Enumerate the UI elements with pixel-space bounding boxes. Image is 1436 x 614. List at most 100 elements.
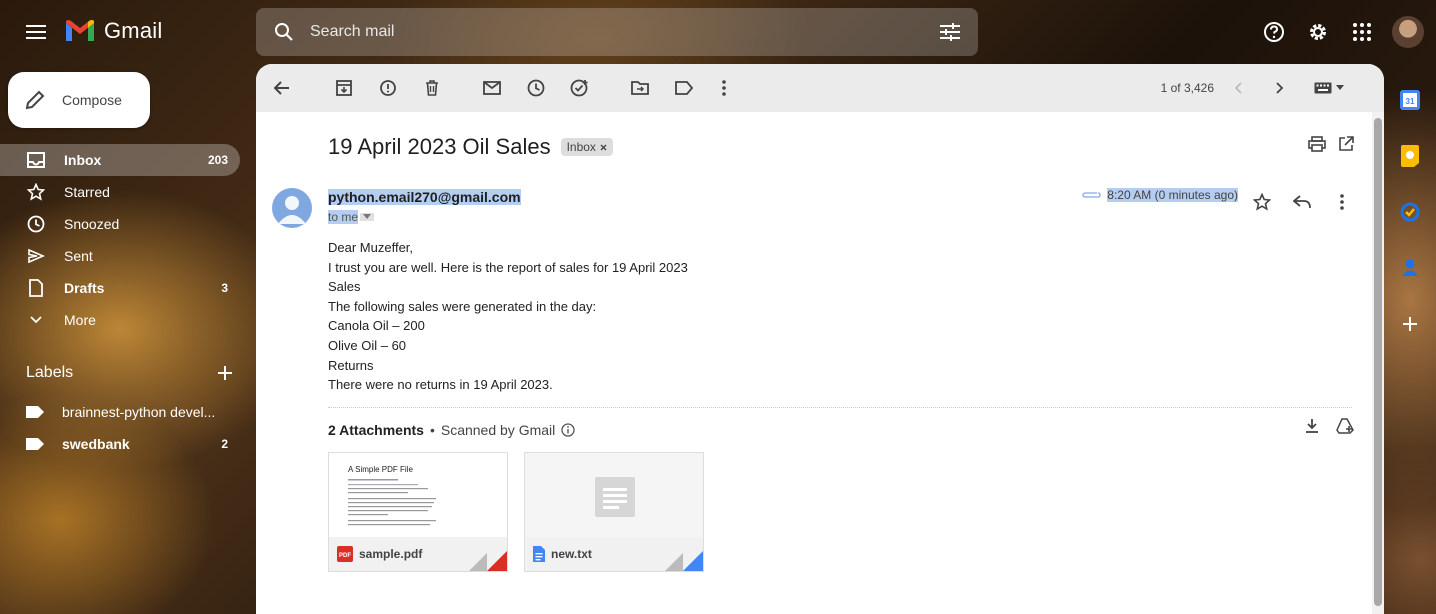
preview-title: A Simple PDF File bbox=[348, 465, 413, 474]
corner-shade bbox=[665, 553, 683, 571]
add-task-icon bbox=[570, 79, 590, 97]
attachment-card-pdf[interactable]: A Simple PDF File PDF sample.pdf bbox=[328, 452, 508, 572]
pagination-text: 1 of 3,426 bbox=[1160, 81, 1214, 95]
account-avatar[interactable] bbox=[1392, 16, 1424, 48]
print-icon[interactable] bbox=[1308, 136, 1326, 152]
back-button[interactable] bbox=[262, 68, 302, 108]
message-meta: 8:20 AM (0 minutes ago) bbox=[1081, 188, 1238, 202]
plus-icon[interactable] bbox=[218, 366, 232, 380]
reply-button[interactable] bbox=[1284, 184, 1320, 220]
draft-count: 3 bbox=[221, 281, 228, 295]
recipients-line[interactable]: to me bbox=[328, 210, 375, 224]
clock-icon bbox=[527, 79, 545, 97]
delete-button[interactable] bbox=[412, 68, 452, 108]
info-icon[interactable] bbox=[561, 423, 575, 437]
attachments-divider bbox=[328, 407, 1352, 408]
contacts-button[interactable] bbox=[1384, 240, 1436, 296]
tasks-button[interactable] bbox=[1384, 184, 1436, 240]
chevron-left-icon[interactable] bbox=[1232, 81, 1246, 95]
add-to-drive-icon[interactable] bbox=[1336, 418, 1354, 434]
calendar-button[interactable]: 31 bbox=[1384, 72, 1436, 128]
archive-button[interactable] bbox=[324, 68, 364, 108]
account-toolbar bbox=[1256, 14, 1424, 50]
body-line: Olive Oil – 60 bbox=[328, 337, 407, 353]
attachment-preview: A Simple PDF File bbox=[329, 453, 507, 539]
draft-icon bbox=[26, 279, 46, 297]
sender-address[interactable]: python.email270@gmail.com bbox=[328, 189, 521, 205]
search-icon[interactable] bbox=[274, 22, 294, 42]
apps-grid-icon bbox=[1353, 23, 1371, 41]
attachment-icon bbox=[1081, 190, 1102, 200]
archive-icon bbox=[336, 80, 352, 96]
scrollbar[interactable] bbox=[1372, 112, 1384, 614]
download-all-icon[interactable] bbox=[1304, 418, 1320, 434]
corner-shade bbox=[469, 553, 487, 571]
attachment-count: 2 Attachments bbox=[328, 422, 424, 438]
folder-move-icon bbox=[631, 81, 649, 95]
search-input[interactable] bbox=[310, 23, 940, 41]
label-item[interactable]: swedbank 2 bbox=[0, 428, 240, 460]
sidebar-item-drafts[interactable]: Drafts 3 bbox=[0, 272, 240, 304]
mail-icon bbox=[483, 81, 501, 95]
attachment-preview bbox=[525, 453, 703, 539]
message-body: Dear Muzeffer, I trust you are well. Her… bbox=[328, 238, 688, 395]
add-to-tasks-button[interactable] bbox=[560, 68, 600, 108]
help-icon bbox=[1263, 21, 1285, 43]
calendar-icon: 31 bbox=[1400, 90, 1420, 110]
sender-avatar[interactable] bbox=[272, 188, 312, 228]
star-button[interactable] bbox=[1244, 184, 1280, 220]
get-addons-button[interactable] bbox=[1384, 296, 1436, 352]
trash-icon bbox=[425, 80, 439, 96]
sidebar-item-more[interactable]: More bbox=[0, 304, 240, 336]
attachment-card-txt[interactable]: new.txt bbox=[524, 452, 704, 572]
keep-icon bbox=[1401, 145, 1419, 167]
sidebar-nav: Inbox 203 Starred Snoozed Sent Drafts 3 … bbox=[0, 144, 240, 336]
labels-title: Labels bbox=[26, 364, 74, 381]
reply-icon bbox=[1293, 195, 1311, 209]
pencil-icon bbox=[24, 89, 46, 111]
sidebar-item-inbox[interactable]: Inbox 203 bbox=[0, 144, 240, 176]
input-tools-icon[interactable] bbox=[1314, 82, 1344, 94]
clock-icon bbox=[26, 215, 46, 233]
scanned-label: Scanned by Gmail bbox=[440, 422, 556, 438]
keep-button[interactable] bbox=[1384, 128, 1436, 184]
document-icon bbox=[595, 477, 635, 517]
label-name: brainnest-python devel... bbox=[62, 404, 216, 420]
gmail-logo[interactable]: Gmail bbox=[64, 18, 162, 44]
label-item[interactable]: brainnest-python devel... bbox=[0, 396, 240, 428]
svg-text:31: 31 bbox=[1406, 97, 1415, 106]
open-in-new-window-icon[interactable] bbox=[1338, 136, 1354, 152]
mark-unread-button[interactable] bbox=[472, 68, 512, 108]
sidebar-item-snoozed[interactable]: Snoozed bbox=[0, 208, 240, 240]
inbox-icon bbox=[26, 152, 46, 168]
message-more-button[interactable] bbox=[1324, 184, 1360, 220]
snooze-button[interactable] bbox=[516, 68, 556, 108]
main-menu-button[interactable] bbox=[20, 16, 52, 48]
help-button[interactable] bbox=[1256, 14, 1292, 50]
search-options-icon[interactable] bbox=[940, 23, 960, 41]
report-spam-button[interactable] bbox=[368, 68, 408, 108]
more-actions-button[interactable] bbox=[704, 68, 744, 108]
labels-list: brainnest-python devel... swedbank 2 bbox=[0, 396, 240, 460]
sidebar-item-starred[interactable]: Starred bbox=[0, 176, 240, 208]
apps-button[interactable] bbox=[1344, 14, 1380, 50]
attachment-name: sample.pdf bbox=[359, 547, 423, 561]
sidebar-item-sent[interactable]: Sent bbox=[0, 240, 240, 272]
tasks-icon bbox=[1400, 202, 1420, 222]
chevron-right-icon[interactable] bbox=[1272, 81, 1286, 95]
move-to-button[interactable] bbox=[620, 68, 660, 108]
body-line: There were no returns in 19 April 2023. bbox=[328, 377, 553, 393]
subject-actions bbox=[1308, 136, 1354, 152]
plus-icon bbox=[1403, 317, 1417, 331]
pagination: 1 of 3,426 bbox=[1161, 64, 1344, 112]
compose-button[interactable]: Compose bbox=[8, 72, 150, 128]
close-icon[interactable] bbox=[600, 144, 607, 151]
scrollbar-thumb[interactable] bbox=[1374, 118, 1382, 606]
subject-line: 19 April 2023 Oil Sales Inbox bbox=[328, 134, 613, 160]
text-file-icon bbox=[533, 546, 545, 562]
svg-text:PDF: PDF bbox=[339, 553, 351, 559]
attachment-name: new.txt bbox=[551, 547, 592, 561]
details-dropdown-icon[interactable] bbox=[360, 213, 375, 221]
labels-button[interactable] bbox=[664, 68, 704, 108]
settings-button[interactable] bbox=[1300, 14, 1336, 50]
